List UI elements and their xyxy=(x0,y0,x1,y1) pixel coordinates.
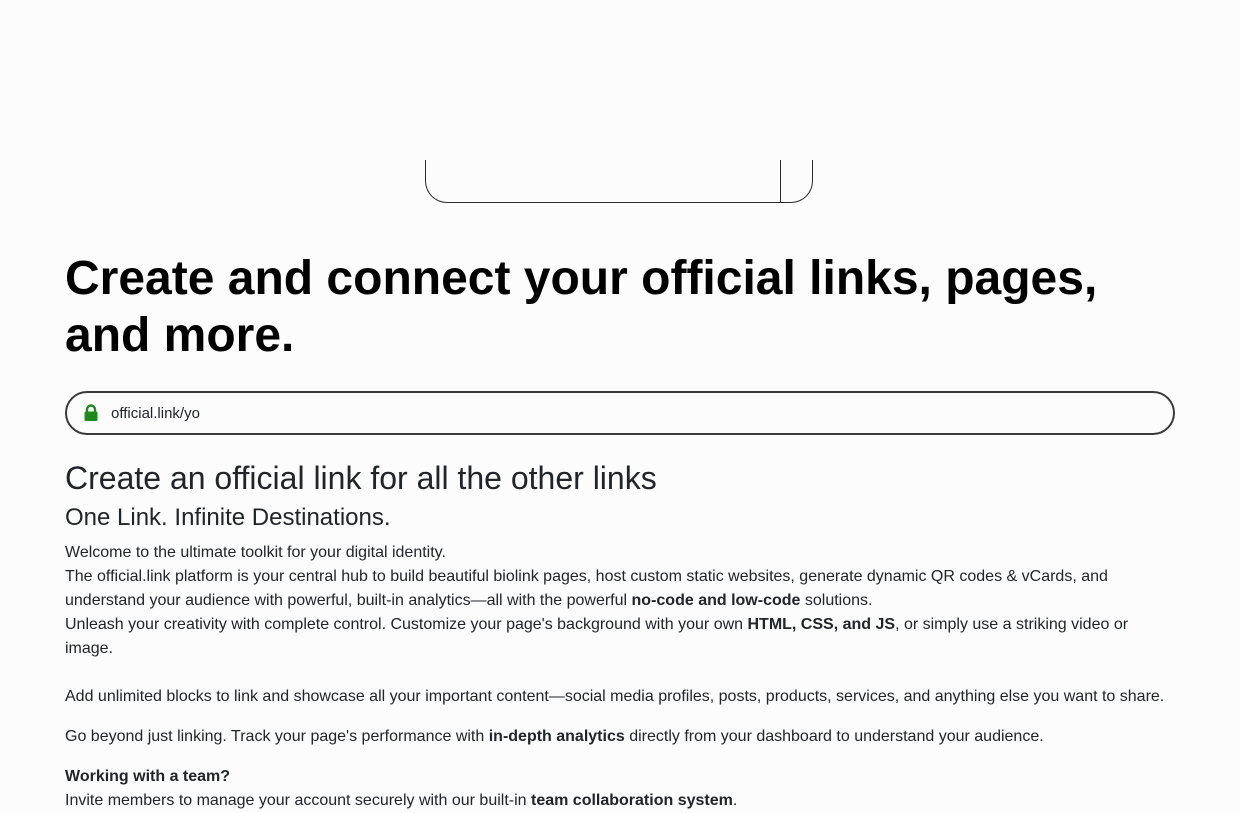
team-heading-text: Working with a team? xyxy=(65,768,231,785)
section-heading: Create an official link for all the othe… xyxy=(65,460,657,496)
platform-text-bold: no-code and low-code xyxy=(631,592,801,609)
team-text-start: Invite members to manage your account se… xyxy=(65,792,531,809)
analytics-text-bold: in-depth analytics xyxy=(488,728,625,745)
team-text: Invite members to manage your account se… xyxy=(65,789,1175,813)
top-pill-outline xyxy=(425,160,813,203)
team-text-end: . xyxy=(732,792,738,809)
analytics-text-end: directly from your dashboard to understa… xyxy=(624,728,1044,745)
analytics-text-start: Go beyond just linking. Track your page'… xyxy=(65,728,489,745)
url-input[interactable]: official.link/yo xyxy=(65,391,1175,435)
top-pill-divider xyxy=(780,160,781,202)
creativity-text-bold: HTML, CSS, and JS xyxy=(747,616,896,633)
url-value[interactable]: official.link/yo xyxy=(111,405,200,422)
creativity-text: Unleash your creativity with complete co… xyxy=(65,613,1175,661)
team-heading: Working with a team? xyxy=(65,765,1175,789)
platform-text-start: The official.link platform is your centr… xyxy=(65,568,1108,609)
content-section: Create an official link for all the othe… xyxy=(65,458,1175,813)
platform-text: The official.link platform is your centr… xyxy=(65,565,1175,613)
blocks-text: Add unlimited blocks to link and showcas… xyxy=(65,688,1165,705)
lock-icon xyxy=(84,404,98,421)
section-subheading: One Link. Infinite Destinations. xyxy=(65,504,391,531)
creativity-text-start: Unleash your creativity with complete co… xyxy=(65,616,748,633)
welcome-text: Welcome to the ultimate toolkit for your… xyxy=(65,544,446,561)
platform-text-end: solutions. xyxy=(800,592,873,609)
analytics-text: Go beyond just linking. Track your page'… xyxy=(65,725,1175,749)
team-text-bold: team collaboration system xyxy=(531,792,733,809)
page-title: Create and connect your official links, … xyxy=(65,252,1098,362)
